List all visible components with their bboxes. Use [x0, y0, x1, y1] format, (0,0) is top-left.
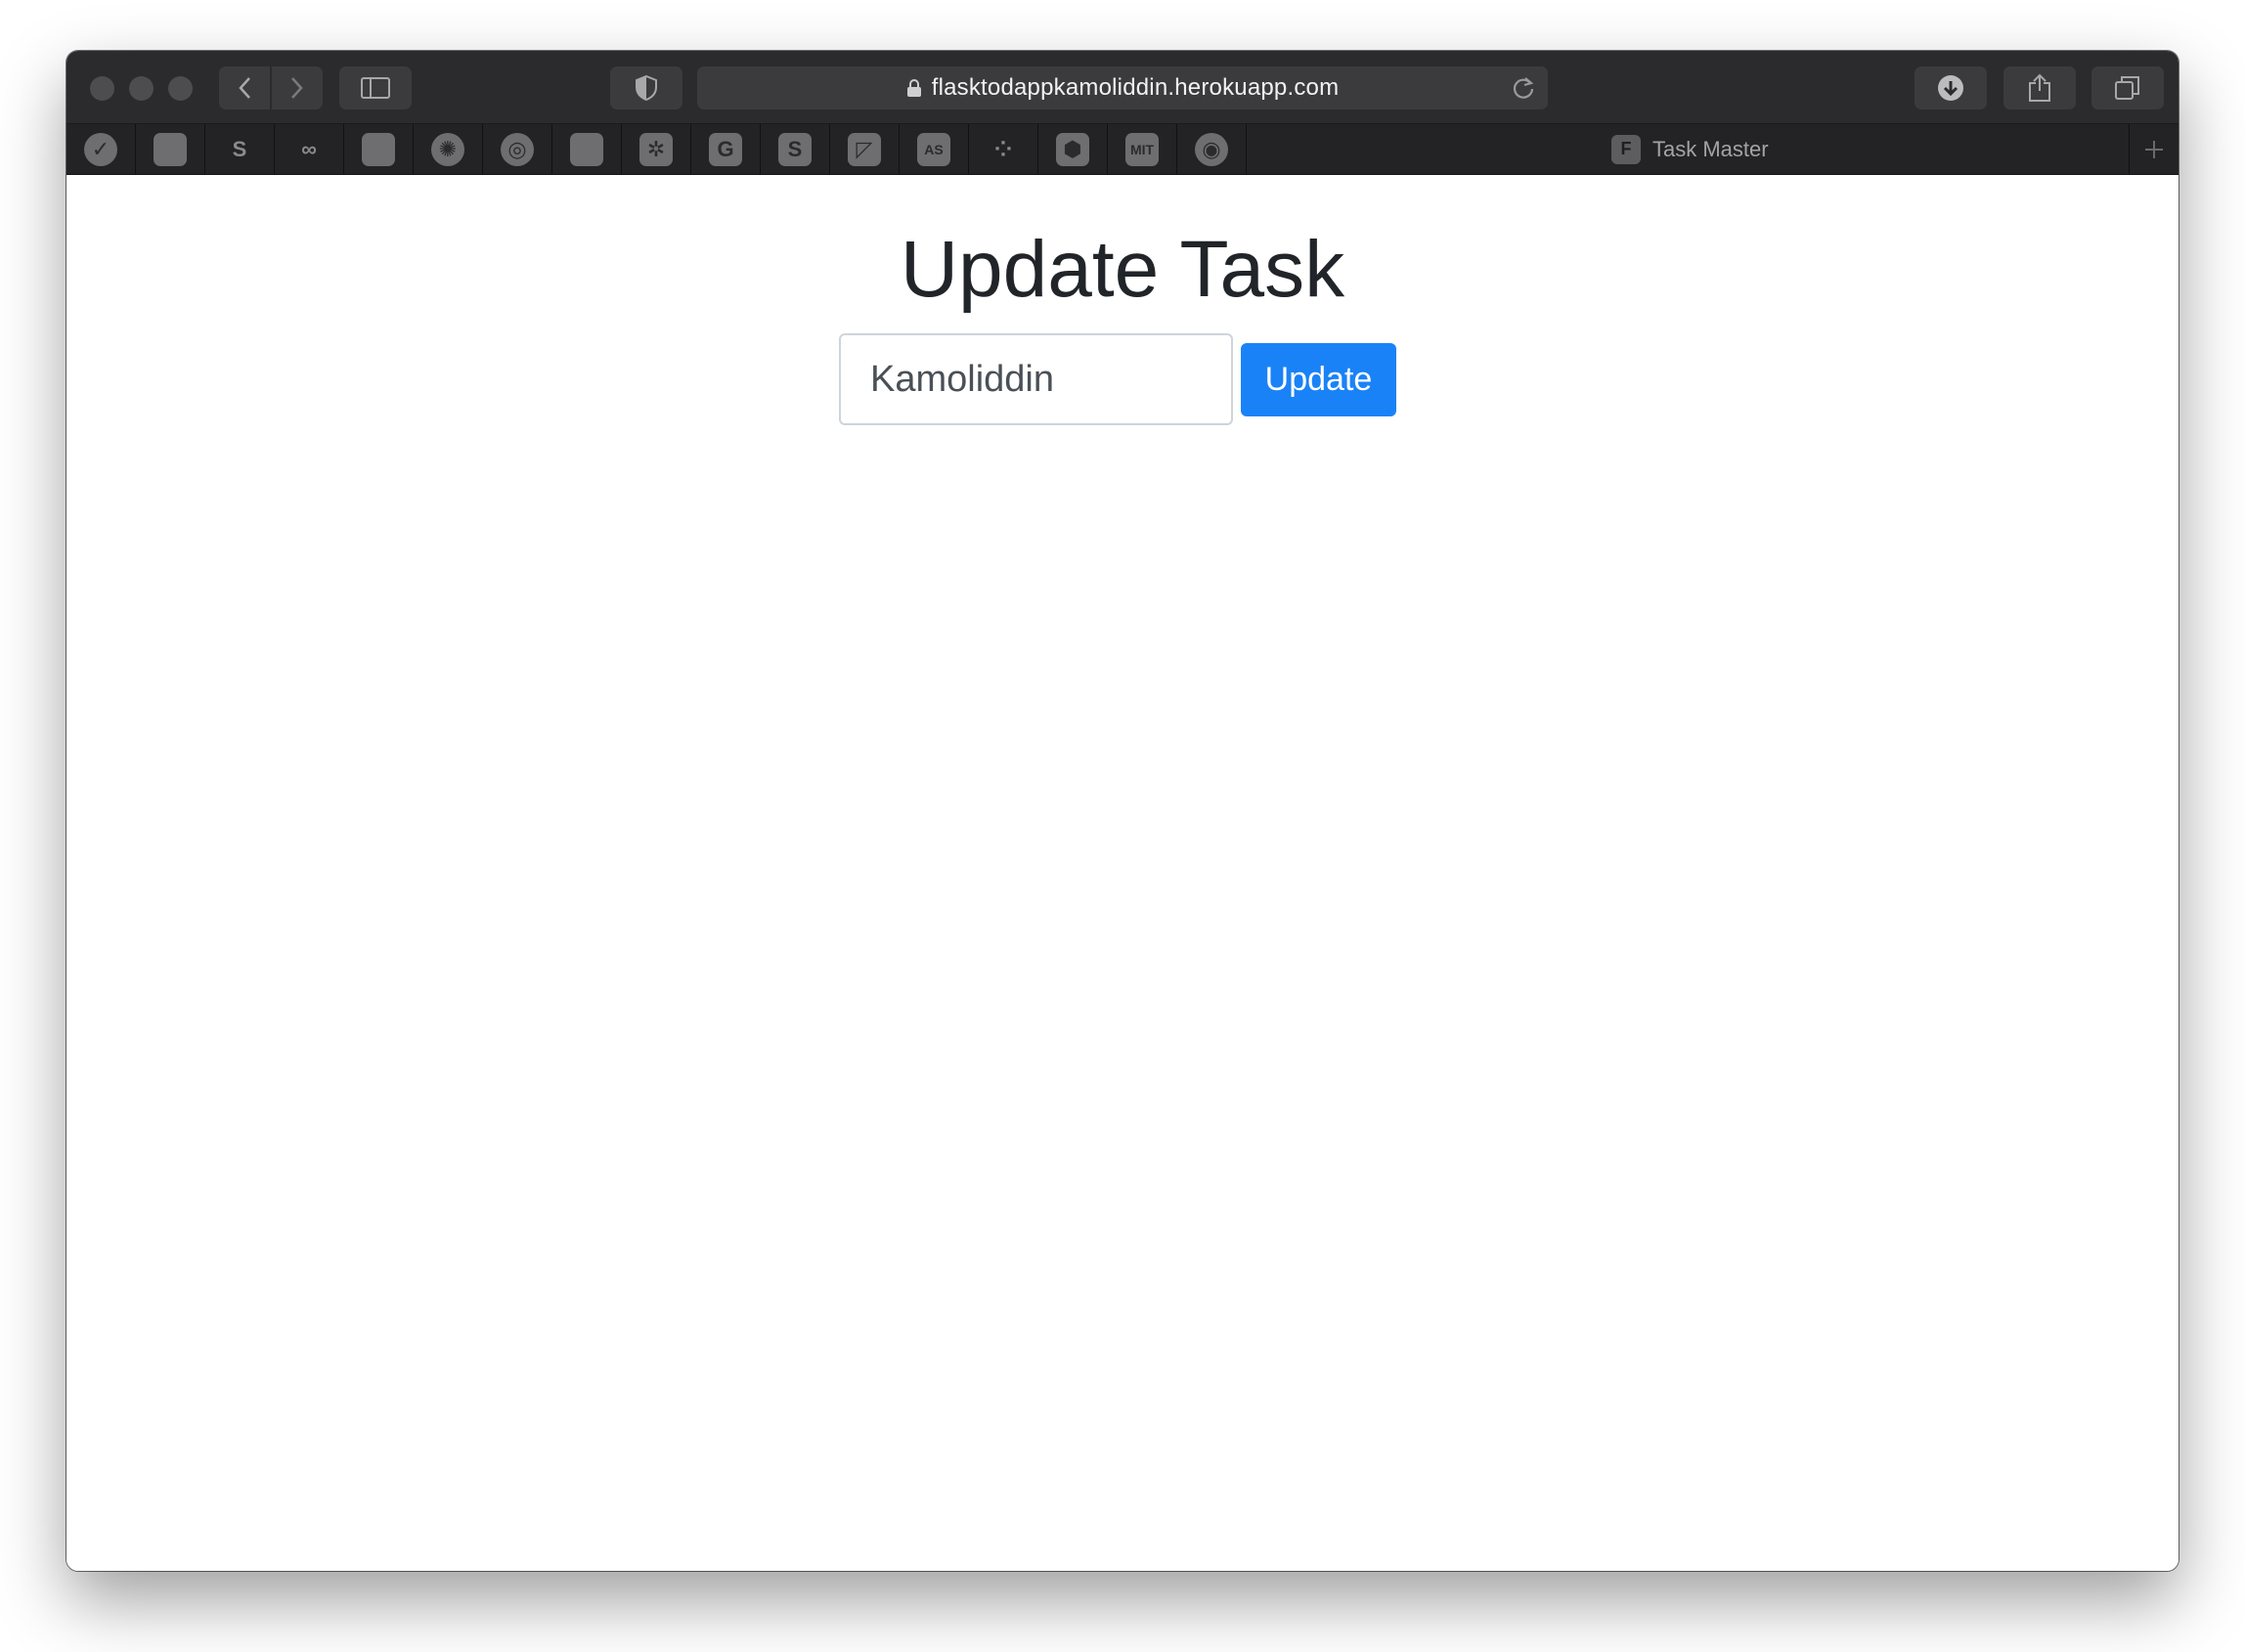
bookmarks-bar: ✓ S ∞ ✺ ◎ ✲ G S ◸ AS ⁘ ⬢ MIT ◉ F Task Master [66, 124, 2179, 175]
close-window-button[interactable] [90, 76, 114, 101]
bookmark-list: ✓ S ∞ ✺ ◎ ✲ G S ◸ AS ⁘ ⬢ MIT ◉ [66, 124, 1247, 174]
bookmark-item[interactable]: AS [900, 124, 969, 174]
chevron-left-icon [239, 77, 250, 99]
bookmark-item[interactable] [344, 124, 414, 174]
as-letters-icon: AS [917, 132, 950, 166]
bookmark-item[interactable]: ◎ [483, 124, 552, 174]
hexagon-icon: ⬢ [1056, 132, 1089, 166]
tab-overview-button[interactable] [2091, 66, 2164, 109]
bookmark-item[interactable]: MIT [1108, 124, 1177, 174]
github-icon [154, 132, 187, 166]
shield-icon [636, 75, 657, 101]
s-letter-icon: S [778, 132, 812, 166]
dots-icon: ⁘ [993, 136, 1013, 161]
tabs-icon [2115, 76, 2139, 100]
checkmark-icon: ✓ [84, 132, 117, 166]
downloads-button[interactable] [1915, 66, 1987, 109]
url-display: flasktodappkamoliddin.herokuapp.com [697, 66, 1548, 109]
sidebar-toggle-button[interactable] [339, 66, 412, 109]
g-letter-icon: G [709, 132, 742, 166]
bee-icon: ✲ [639, 132, 673, 166]
new-tab-button[interactable] [2129, 124, 2179, 174]
forward-button[interactable] [272, 66, 323, 109]
update-button[interactable]: Update [1241, 342, 1396, 416]
share-button[interactable] [2003, 66, 2076, 109]
bookmark-item[interactable]: ✺ [414, 124, 483, 174]
bookmark-item[interactable]: ⁘ [969, 124, 1038, 174]
mit-ocw-icon: MIT [1125, 132, 1159, 166]
openai-icon: ✺ [431, 132, 464, 166]
bookmark-item[interactable]: S [761, 124, 830, 174]
bookmark-item[interactable] [552, 124, 622, 174]
update-task-form: Update [839, 333, 1396, 425]
circle-swirl-icon: ◎ [501, 132, 534, 166]
tab-title: Task Master [1652, 136, 1769, 161]
github-icon [362, 132, 395, 166]
windows-grid-icon [570, 132, 603, 166]
python-icon: ◉ [1195, 132, 1228, 166]
tab-favicon-icon: F [1611, 134, 1641, 164]
bookmark-item[interactable]: ⬢ [1038, 124, 1108, 174]
tab-task-master[interactable]: F Task Master [1611, 124, 1769, 174]
plus-icon [2145, 140, 2163, 158]
infinity-icon: ∞ [301, 136, 317, 161]
bookmark-item[interactable]: ◸ [830, 124, 900, 174]
sidebar-icon [361, 77, 390, 99]
address-bar[interactable]: flasktodappkamoliddin.herokuapp.com [697, 66, 1548, 109]
page-title: Update Task [900, 225, 1345, 314]
bookmark-item[interactable]: ✲ [622, 124, 691, 174]
bookmark-item[interactable]: ◉ [1177, 124, 1247, 174]
task-content-input[interactable] [839, 333, 1233, 425]
chevron-right-icon [291, 77, 303, 99]
bookmark-item[interactable]: G [691, 124, 761, 174]
bookmark-item[interactable] [136, 124, 205, 174]
share-icon [2029, 73, 2050, 102]
privacy-report-button[interactable] [610, 66, 682, 109]
url-text: flasktodappkamoliddin.herokuapp.com [931, 74, 1340, 101]
zoom-window-button[interactable] [168, 76, 193, 101]
reload-icon[interactable] [1511, 75, 1536, 101]
download-icon [1938, 75, 1963, 101]
lock-icon [906, 79, 921, 97]
chart-icon: ◸ [848, 132, 881, 166]
title-bar: flasktodappkamoliddin.herokuapp.com [66, 51, 2179, 124]
page-content: Update Task Update [66, 175, 2179, 1571]
browser-window: flasktodappkamoliddin.herokuapp.com ✓ S ∞ ✺… [66, 51, 2179, 1571]
minimize-window-button[interactable] [129, 76, 154, 101]
back-button[interactable] [219, 66, 270, 109]
bookmark-item[interactable]: ✓ [66, 124, 136, 174]
strikethrough-icon: S [232, 136, 247, 161]
bookmark-item[interactable]: ∞ [275, 124, 344, 174]
bookmark-item[interactable]: S [205, 124, 275, 174]
